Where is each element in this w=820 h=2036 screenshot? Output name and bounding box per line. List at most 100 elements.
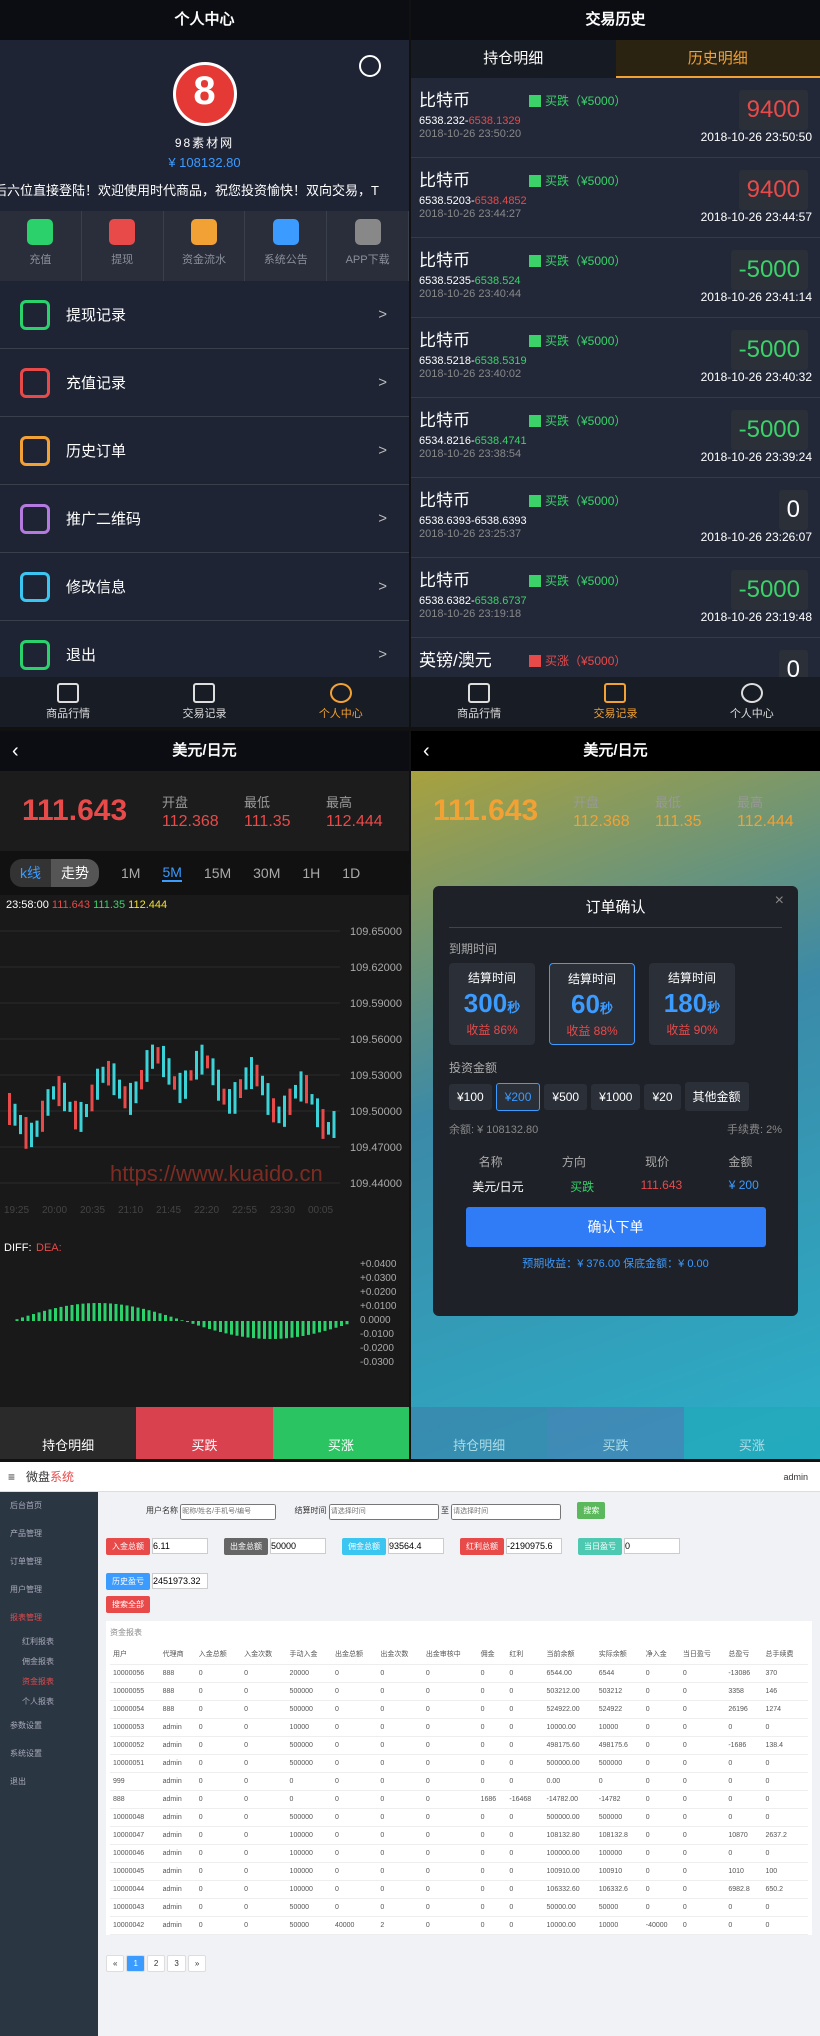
- start-time-input[interactable]: [328, 1503, 439, 1520]
- search-button[interactable]: 搜索: [577, 1502, 606, 1519]
- candle: [200, 1044, 204, 1075]
- tab-history[interactable]: 历史明细: [615, 40, 820, 78]
- tab-me[interactable]: 个人中心: [273, 677, 409, 727]
- table-cell: 100000: [286, 1844, 332, 1863]
- amount-option[interactable]: ¥500: [544, 1084, 588, 1110]
- kline-toggle[interactable]: k线: [10, 859, 51, 887]
- stat-value[interactable]: [506, 1537, 562, 1554]
- tab-me[interactable]: 个人中心: [684, 677, 820, 727]
- stat-value[interactable]: [152, 1537, 208, 1554]
- table-cell: 0: [422, 1700, 478, 1719]
- trade-row[interactable]: 比特币 买跌（¥5000） 6538.232-6538.1329 2018-10-26…: [411, 78, 820, 158]
- period-option[interactable]: 1M: [121, 865, 140, 881]
- confirm-order-button[interactable]: 确认下单: [465, 1207, 766, 1247]
- sidebar-item[interactable]: 佣金报表: [0, 1652, 98, 1672]
- amount-option[interactable]: ¥200: [495, 1083, 541, 1111]
- stat-value[interactable]: [624, 1537, 680, 1554]
- page-link[interactable]: 3: [167, 1954, 186, 1972]
- sidebar-item[interactable]: 后台首页: [0, 1492, 98, 1520]
- page-link[interactable]: 1: [126, 1954, 145, 1972]
- amount-option[interactable]: ¥1000: [591, 1084, 641, 1110]
- buy-down-button[interactable]: 买跌: [136, 1407, 273, 1459]
- expire-option[interactable]: 结算时间 180秒 收益 90%: [649, 963, 735, 1045]
- buy-up-button[interactable]: 买涨: [272, 1407, 409, 1459]
- tab-holdings[interactable]: 持仓明细: [411, 40, 616, 78]
- sidebar-item[interactable]: 参数设置: [0, 1712, 98, 1740]
- trade-row[interactable]: 比特币 买跌（¥5000） 6538.5218-6538.5319 2018-10-2…: [411, 318, 820, 398]
- stat-value[interactable]: [152, 1572, 208, 1589]
- end-time-input[interactable]: [451, 1503, 562, 1520]
- quick-action[interactable]: 系统公告: [245, 211, 328, 281]
- search-all-button[interactable]: 搜索全部: [106, 1595, 150, 1613]
- sidebar-item[interactable]: 用户管理: [0, 1576, 98, 1604]
- quick-action[interactable]: 提现: [82, 211, 164, 281]
- table-cell: 0: [477, 1844, 507, 1863]
- menu-icon[interactable]: ≡: [8, 1462, 15, 1492]
- quick-action[interactable]: APP下载: [327, 211, 409, 281]
- period-option[interactable]: 15M: [204, 865, 231, 881]
- quick-action[interactable]: 充值: [0, 211, 82, 281]
- power-icon[interactable]: [359, 55, 381, 77]
- close-icon[interactable]: ×: [775, 892, 784, 910]
- sidebar-item[interactable]: 产品管理: [0, 1520, 98, 1548]
- tab-market[interactable]: 商品行情: [0, 677, 136, 727]
- candle: [145, 1050, 149, 1082]
- admin-user[interactable]: admin: [783, 1462, 808, 1492]
- menu-item[interactable]: 修改信息 >: [0, 553, 409, 621]
- tab-market[interactable]: 商品行情: [411, 677, 547, 727]
- page-link[interactable]: »: [187, 1954, 207, 1972]
- table-cell: 0: [725, 1808, 763, 1827]
- macd-bar: [290, 1321, 294, 1338]
- amount-option[interactable]: ¥100: [449, 1084, 492, 1110]
- buy-down-button[interactable]: 买跌: [547, 1407, 684, 1459]
- sidebar-item[interactable]: 退出: [0, 1768, 98, 1796]
- table-cell: 0: [679, 1700, 726, 1719]
- table-cell: 0: [377, 1700, 423, 1719]
- trend-toggle[interactable]: 走势: [51, 859, 99, 887]
- menu-item[interactable]: 充值记录 >: [0, 349, 409, 417]
- table-cell: 0: [241, 1826, 287, 1845]
- trade-row[interactable]: 比特币 买跌（¥5000） 6538.5235-6538.524 2018-10-26…: [411, 238, 820, 318]
- period-option[interactable]: 30M: [253, 865, 280, 881]
- table-cell: 0: [422, 1862, 478, 1881]
- holdings-button[interactable]: 持仓明细: [411, 1407, 548, 1459]
- trade-row[interactable]: 比特币 买跌（¥5000） 6538.6393-6538.6393 2018-10-2…: [411, 478, 820, 558]
- expire-option[interactable]: 结算时间 60秒 收益 88%: [549, 963, 635, 1045]
- other-amount-button[interactable]: 其他金额: [684, 1082, 749, 1111]
- holdings-button[interactable]: 持仓明细: [0, 1407, 137, 1459]
- trade-row[interactable]: 比特币 买跌（¥5000） 6538.5203-6538.4852 2018-10-2…: [411, 158, 820, 238]
- tab-records[interactable]: 交易记录: [547, 677, 683, 727]
- back-icon[interactable]: ‹: [12, 731, 19, 771]
- amount-option[interactable]: ¥20: [644, 1084, 681, 1110]
- buy-up-button[interactable]: 买涨: [683, 1407, 820, 1459]
- table-cell: 0: [422, 1916, 478, 1935]
- sidebar-item[interactable]: 报表管理: [0, 1604, 98, 1632]
- user-search-input[interactable]: [180, 1503, 277, 1520]
- menu-item[interactable]: 提现记录 >: [0, 281, 409, 349]
- stat-value[interactable]: [388, 1537, 444, 1554]
- sidebar-item[interactable]: 系统设置: [0, 1740, 98, 1768]
- menu-item[interactable]: 历史订单 >: [0, 417, 409, 485]
- table-cell: 100000: [595, 1844, 643, 1863]
- menu-item[interactable]: 推广二维码 >: [0, 485, 409, 553]
- trade-row[interactable]: 比特币 买跌（¥5000） 6538.6382-6538.6737 2018-10-2…: [411, 558, 820, 638]
- sidebar-item[interactable]: 订单管理: [0, 1548, 98, 1576]
- back-icon[interactable]: ‹: [423, 731, 430, 771]
- quick-action[interactable]: 资金流水: [164, 211, 246, 281]
- period-option[interactable]: 5M: [162, 864, 182, 882]
- expire-option[interactable]: 结算时间 300秒 收益 86%: [449, 963, 535, 1045]
- sidebar-item[interactable]: 红利报表: [0, 1632, 98, 1652]
- sidebar-item[interactable]: 个人报表: [0, 1692, 98, 1712]
- page-link[interactable]: «: [106, 1954, 125, 1972]
- sidebar-item[interactable]: 资金报表: [0, 1672, 98, 1692]
- stat-value[interactable]: [270, 1537, 326, 1554]
- open-price: 6538.6393: [419, 515, 471, 527]
- period-option[interactable]: 1H: [302, 865, 320, 881]
- page-link[interactable]: 2: [146, 1954, 166, 1972]
- period-option[interactable]: 1D: [342, 865, 360, 881]
- table-cell: 100000.00: [543, 1844, 596, 1863]
- candle: [134, 1081, 138, 1104]
- table-cell: 0: [762, 1808, 808, 1827]
- tab-records[interactable]: 交易记录: [136, 677, 272, 727]
- trade-row[interactable]: 比特币 买跌（¥5000） 6534.8216-6538.4741 2018-10-2…: [411, 398, 820, 478]
